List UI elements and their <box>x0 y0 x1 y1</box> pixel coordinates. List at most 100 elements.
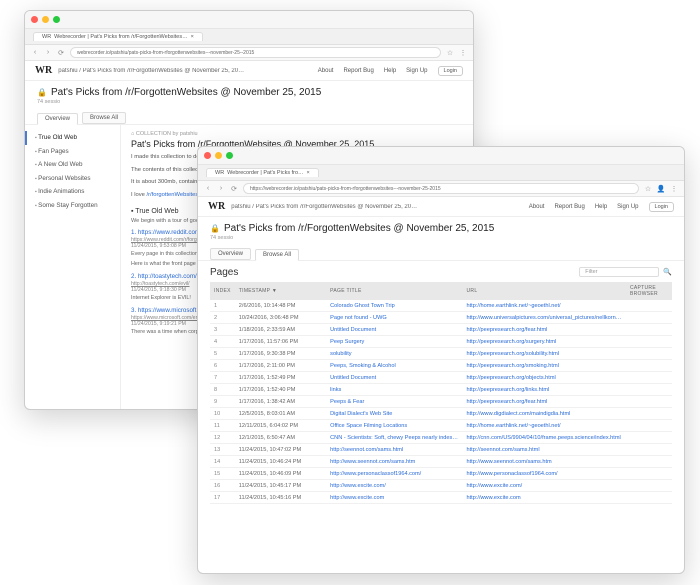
table-row[interactable]: 61/17/2016, 2:11:00 PMPeeps, Smoking & A… <box>210 360 672 372</box>
close-icon[interactable]: × <box>191 34 194 40</box>
browser-tab[interactable]: WRWebrecorder | Pat's Picks from /r/Forg… <box>33 32 203 41</box>
nav-signup[interactable]: Sign Up <box>406 68 427 74</box>
cell-title[interactable]: Colorado Ghost Town Trip <box>326 300 462 312</box>
cell-title[interactable]: Page not found - UWG <box>326 312 462 324</box>
close-dot[interactable] <box>204 152 211 159</box>
cell-url[interactable]: http://seennot.com/sams.html <box>463 444 626 456</box>
cell-title[interactable]: Untitled Document <box>326 372 462 384</box>
cell-title[interactable]: http://www.excite.com/ <box>326 480 462 492</box>
tab-browse-all[interactable]: Browse All <box>255 249 299 261</box>
reload-icon[interactable]: ⟳ <box>230 185 238 193</box>
cell-url[interactable]: http://peepresearch.org/fear.html <box>463 396 626 408</box>
star-icon[interactable]: ☆ <box>446 49 454 57</box>
sidebar-item-new-old-web[interactable]: A New Old Web <box>25 158 120 172</box>
back-icon[interactable]: ‹ <box>204 185 212 193</box>
table-row[interactable]: 1411/24/2015, 10:46:24 PMhttp://www.seen… <box>210 456 672 468</box>
logo[interactable]: WR <box>35 65 52 76</box>
cell-title[interactable]: http://www.excite.com <box>326 492 462 504</box>
nav-signup[interactable]: Sign Up <box>617 204 638 210</box>
url-field[interactable]: https://webrecorder.io/patshiu/pats-pick… <box>243 183 639 194</box>
min-dot[interactable] <box>215 152 222 159</box>
forward-icon[interactable]: › <box>44 49 52 57</box>
table-row[interactable]: 12/6/2016, 10:14:48 PMColorado Ghost Tow… <box>210 300 672 312</box>
max-dot[interactable] <box>226 152 233 159</box>
cell-title[interactable]: Office Space Filming Locations <box>326 420 462 432</box>
tab-overview[interactable]: Overview <box>37 113 78 125</box>
cell-title[interactable]: Peeps & Fear <box>326 396 462 408</box>
nav-help[interactable]: Help <box>595 204 607 210</box>
cell-url[interactable]: http://peepresearch.org/fear.html <box>463 324 626 336</box>
table-row[interactable]: 1012/5/2015, 8:03:01 AMDigital Dialect's… <box>210 408 672 420</box>
login-button[interactable]: Login <box>438 66 463 76</box>
col-url[interactable]: url <box>463 282 626 300</box>
table-row[interactable]: 41/17/2016, 11:57:06 PMPeep Surgeryhttp:… <box>210 336 672 348</box>
table-row[interactable]: 1212/1/2015, 6:50:47 AMCNN - Scientists:… <box>210 432 672 444</box>
cell-title[interactable]: http://seennot.com/sams.html <box>326 444 462 456</box>
login-button[interactable]: Login <box>649 202 674 212</box>
cell-url[interactable]: http://cnn.com/US/9904/04/10/frame.peeps… <box>463 432 626 444</box>
cell-url[interactable]: http://peepresearch.org/smoking.html <box>463 360 626 372</box>
sidebar-item-forgotten[interactable]: Some Stay Forgotten <box>25 199 120 213</box>
menu-icon[interactable]: ⋮ <box>459 49 467 57</box>
nav-about[interactable]: About <box>529 204 545 210</box>
table-row[interactable]: 1511/24/2015, 10:46:09 PMhttp://www.pers… <box>210 468 672 480</box>
link-subreddit2[interactable]: /r/forgottenWebsites <box>146 192 198 198</box>
cell-url[interactable]: http://www.digdialect.com/maindigdia.htm… <box>463 408 626 420</box>
search-icon[interactable]: 🔍 <box>663 268 672 276</box>
cell-url[interactable]: http://peepresearch.org/surgery.html <box>463 336 626 348</box>
cell-title[interactable]: Untitled Document <box>326 324 462 336</box>
cell-url[interactable]: http://www.seennot.com/sams.htm <box>463 456 626 468</box>
cell-title[interactable]: Digital Dialect's Web Site <box>326 408 462 420</box>
cell-title[interactable]: http://www.seennot.com/sams.htm <box>326 456 462 468</box>
cell-title[interactable]: http://www.personaclassof1964.com/ <box>326 468 462 480</box>
cell-url[interactable]: http://www.excite.com <box>463 492 626 504</box>
cell-title[interactable]: solubility <box>326 348 462 360</box>
sidebar-item-indie[interactable]: Indie Animations <box>25 185 120 199</box>
star-icon[interactable]: ☆ <box>644 185 652 193</box>
avatar-icon[interactable]: 👤 <box>657 185 665 193</box>
tab-overview[interactable]: Overview <box>210 248 251 260</box>
col-timestamp[interactable]: timestamp ▼ <box>235 282 326 300</box>
col-browser[interactable]: capture browser <box>626 282 672 300</box>
cell-url[interactable]: http://peepresearch.org/objects.html <box>463 372 626 384</box>
sidebar-item-true-old-web[interactable]: True Old Web <box>25 131 120 145</box>
cell-url[interactable]: http://peepresearch.org/solubility.html <box>463 348 626 360</box>
logo[interactable]: WR <box>208 201 225 212</box>
cell-url[interactable]: http://home.earthlink.net/~geoethl.net/ <box>463 300 626 312</box>
cell-url[interactable]: http://home.earthlink.net/~geoethl.net/ <box>463 420 626 432</box>
url-field[interactable]: webrecorder.io/patshiu/pats-picks-from-r… <box>70 47 441 58</box>
table-row[interactable]: 1311/24/2015, 10:47:02 PMhttp://seennot.… <box>210 444 672 456</box>
col-title[interactable]: page title <box>326 282 462 300</box>
nav-about[interactable]: About <box>318 68 334 74</box>
cell-url[interactable]: http://www.universalpictures.com/univers… <box>463 312 626 324</box>
sidebar-item-fan-pages[interactable]: Fan Pages <box>25 145 120 159</box>
back-icon[interactable]: ‹ <box>31 49 39 57</box>
menu-icon[interactable]: ⋮ <box>670 185 678 193</box>
forward-icon[interactable]: › <box>217 185 225 193</box>
reload-icon[interactable]: ⟳ <box>57 49 65 57</box>
min-dot[interactable] <box>42 16 49 23</box>
nav-report[interactable]: Report Bug <box>554 204 584 210</box>
filter-input[interactable]: Filter <box>579 267 659 277</box>
close-icon[interactable]: × <box>307 170 310 176</box>
browser-tab[interactable]: WRWebrecorder | Pat's Picks fro…× <box>206 168 319 177</box>
cell-title[interactable]: links <box>326 384 462 396</box>
sidebar-item-personal[interactable]: Personal Websites <box>25 172 120 186</box>
cell-title[interactable]: Peep Surgery <box>326 336 462 348</box>
nav-report[interactable]: Report Bug <box>343 68 373 74</box>
table-row[interactable]: 51/17/2016, 9:30:38 PMsolubilityhttp://p… <box>210 348 672 360</box>
cell-title[interactable]: CNN - Scientists: Soft, chewy Peeps near… <box>326 432 462 444</box>
tab-browse-all[interactable]: Browse All <box>82 112 126 124</box>
table-row[interactable]: 1112/11/2015, 6:04:02 PMOffice Space Fil… <box>210 420 672 432</box>
nav-help[interactable]: Help <box>384 68 396 74</box>
max-dot[interactable] <box>53 16 60 23</box>
table-row[interactable]: 210/24/2016, 3:06:48 PMPage not found - … <box>210 312 672 324</box>
table-row[interactable]: 71/17/2016, 1:52:49 PMUntitled Documenth… <box>210 372 672 384</box>
col-index[interactable]: index <box>210 282 235 300</box>
cell-url[interactable]: http://www.excite.com/ <box>463 480 626 492</box>
table-row[interactable]: 81/17/2016, 1:52:40 PMlinkshttp://peepre… <box>210 384 672 396</box>
table-row[interactable]: 1711/24/2015, 10:45:16 PMhttp://www.exci… <box>210 492 672 504</box>
cell-url[interactable]: http://www.personaclassof1964.com/ <box>463 468 626 480</box>
table-row[interactable]: 1611/24/2015, 10:45:17 PMhttp://www.exci… <box>210 480 672 492</box>
cell-title[interactable]: Peeps, Smoking & Alcohol <box>326 360 462 372</box>
